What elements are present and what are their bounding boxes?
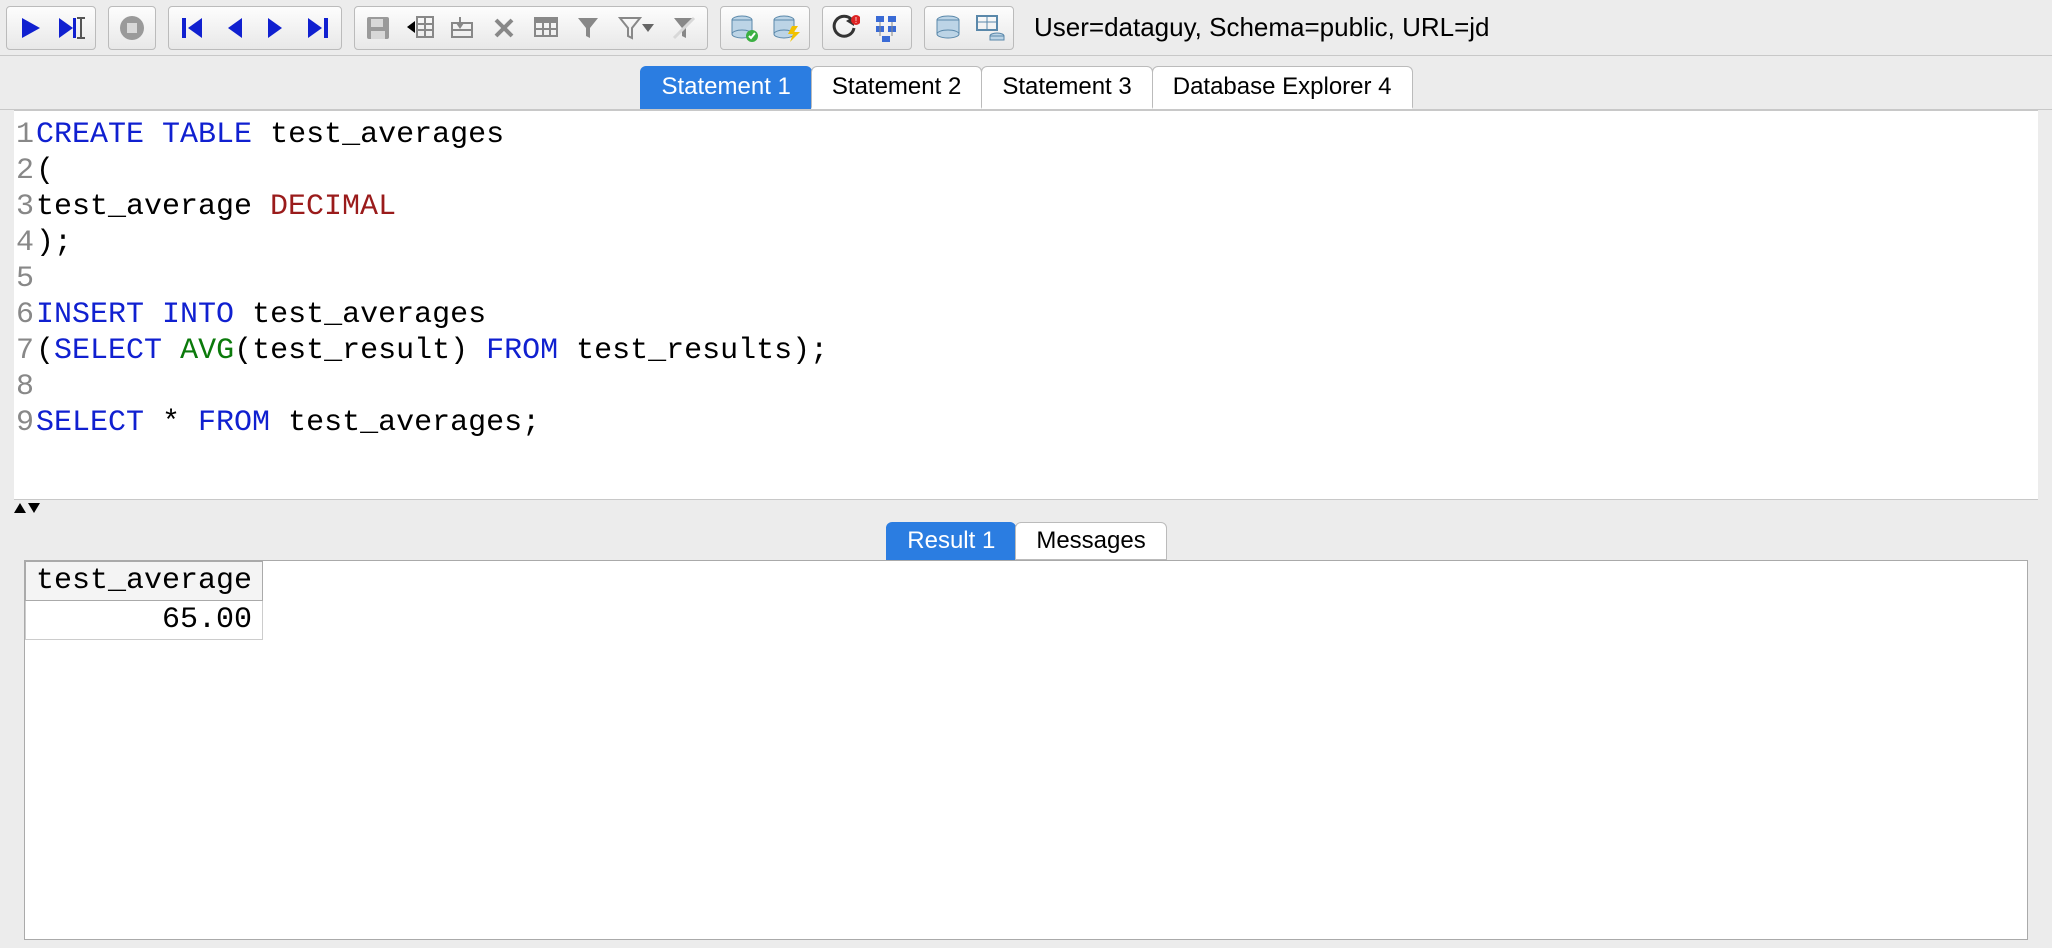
line-number: 4 [14,225,36,261]
tab-statement-1[interactable]: Statement 1 [640,66,811,109]
line-number: 3 [14,189,36,225]
toolbar: ! [0,0,2052,56]
code-line[interactable]: 5 [14,261,2038,297]
filter-off-button[interactable] [663,8,705,48]
chevron-down-icon [642,22,654,34]
line-number: 5 [14,261,36,297]
tree-icon [874,14,902,42]
tree-button[interactable] [867,8,909,48]
delete-button[interactable] [483,8,525,48]
line-number: 6 [14,297,36,333]
table-row[interactable]: 65.00 [26,601,263,640]
column-header[interactable]: test_average [26,562,263,601]
explorer-group [924,6,1014,50]
code-content[interactable]: test_average DECIMAL [36,189,396,225]
code-line[interactable]: 4); [14,225,2038,261]
line-number: 2 [14,153,36,189]
code-line[interactable]: 8 [14,369,2038,405]
tab-statement-2[interactable]: Statement 2 [811,66,982,109]
db-group [720,6,810,50]
run-button[interactable] [9,8,51,48]
code-line[interactable]: 9SELECT * FROM test_averages; [14,405,2038,441]
delete-icon [492,16,516,40]
edit-group [354,6,708,50]
line-number: 9 [14,405,36,441]
nav-first-icon [180,16,204,40]
nav-last-button[interactable] [297,8,339,48]
splitter-icon [14,501,42,515]
code-line[interactable]: 2( [14,153,2038,189]
result-tab-1[interactable]: Result 1 [886,522,1016,560]
nav-prev-icon [222,16,246,40]
reload-button[interactable]: ! [825,8,867,48]
stop-button[interactable] [111,8,153,48]
line-number: 1 [14,117,36,153]
filter-icon [576,16,600,40]
code-line[interactable]: 7(SELECT AVG(test_result) FROM test_resu… [14,333,2038,369]
statement-tabs: Statement 1Statement 2Statement 3Databas… [0,56,2052,110]
result-table[interactable]: test_average65.00 [25,561,263,640]
db-check-button[interactable] [723,8,765,48]
db-check-icon [730,14,758,42]
code-line[interactable]: 3test_average DECIMAL [14,189,2038,225]
run-to-cursor-button[interactable] [51,8,93,48]
stop-icon [118,14,146,42]
code-content[interactable]: CREATE TABLE test_averages [36,117,504,153]
tab-statement-3[interactable]: Statement 3 [981,66,1152,109]
sql-editor[interactable]: 1CREATE TABLE test_averages2(3test_avera… [14,110,2038,500]
filter-dropdown-button[interactable] [609,8,663,48]
code-content[interactable]: ); [36,225,72,261]
grid-arrow-button[interactable] [399,8,441,48]
tab-statement-4[interactable]: Database Explorer 4 [1152,66,1413,109]
code-content[interactable]: ( [36,153,54,189]
db-icon [934,14,962,42]
insert-row-button[interactable] [441,8,483,48]
result-tab-2[interactable]: Messages [1015,522,1166,560]
nav-first-button[interactable] [171,8,213,48]
nav-next-icon [264,16,288,40]
db-lightning-icon [772,14,800,42]
table-cell[interactable]: 65.00 [26,601,263,640]
code-content[interactable]: (SELECT AVG(test_result) FROM test_resul… [36,333,828,369]
splitter[interactable] [0,500,2052,516]
save-button[interactable] [357,8,399,48]
nav-next-button[interactable] [255,8,297,48]
reload-icon: ! [832,14,860,42]
misc-group: ! [822,6,912,50]
grid-icon [405,15,435,41]
stop-group [108,6,156,50]
table-button[interactable] [525,8,567,48]
run-group [6,6,96,50]
run-cursor-icon [57,16,87,40]
db-button[interactable] [927,8,969,48]
db-table-icon [975,14,1005,42]
filter-button[interactable] [567,8,609,48]
run-icon [18,16,42,40]
filter-off-icon [672,16,696,40]
code-line[interactable]: 6INSERT INTO test_averages [14,297,2038,333]
save-icon [365,15,391,41]
db-lightning-button[interactable] [765,8,807,48]
result-panel: test_average65.00 [24,560,2028,940]
insert-row-icon [448,15,476,41]
nav-prev-button[interactable] [213,8,255,48]
line-number: 8 [14,369,36,405]
connection-info: User=dataguy, Schema=public, URL=jd [1034,12,1490,43]
code-line[interactable]: 1CREATE TABLE test_averages [14,117,2038,153]
nav-last-icon [306,16,330,40]
table-icon [533,16,559,40]
result-tabs: Result 1Messages [0,516,2052,560]
svg-text:!: ! [855,16,857,25]
filter-dropdown-icon [618,16,642,40]
code-content[interactable]: SELECT * FROM test_averages; [36,405,540,441]
nav-group [168,6,342,50]
line-number: 7 [14,333,36,369]
code-content[interactable]: INSERT INTO test_averages [36,297,486,333]
db-table-button[interactable] [969,8,1011,48]
